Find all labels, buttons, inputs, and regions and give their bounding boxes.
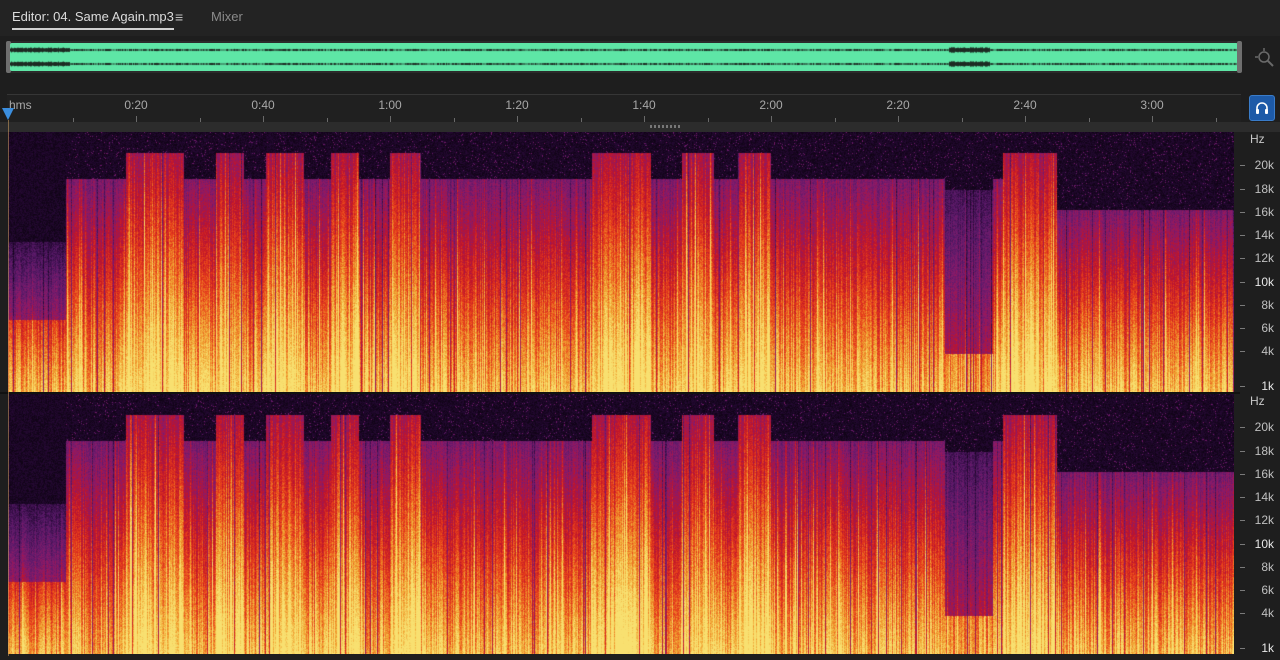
frequency-tick bbox=[1240, 188, 1245, 190]
frequency-axis-left: Hz 20k 18k 16k 14k 12k 10k 8k 6k 4k 1k bbox=[1240, 132, 1280, 394]
frequency-tick bbox=[1240, 450, 1245, 452]
time-label: 2:40 bbox=[1013, 98, 1037, 112]
overview-waveform[interactable] bbox=[6, 41, 1242, 73]
frequency-tick bbox=[1240, 648, 1245, 650]
time-label: 2:20 bbox=[886, 98, 910, 112]
tab-mixer[interactable]: Mixer bbox=[211, 9, 243, 24]
overview-waveform-canvas bbox=[10, 43, 1238, 71]
frequency-tick bbox=[1240, 543, 1245, 545]
frequency-axis-right: Hz 20k 18k 16k 14k 12k 10k 8k 6k 4k 1k bbox=[1240, 394, 1280, 656]
frequency-label: 14k bbox=[1254, 228, 1274, 243]
spectrogram-right-canvas bbox=[8, 394, 1234, 654]
frequency-tick bbox=[1240, 211, 1245, 213]
frequency-label: 10k bbox=[1254, 536, 1274, 551]
frequency-label: 12k bbox=[1254, 251, 1274, 266]
panel-tab-bar: Editor: 04. Same Again.mp3 ≡ Mixer bbox=[0, 0, 1280, 36]
zoom-navigator-icon[interactable] bbox=[1254, 47, 1276, 69]
frequency-unit-label: Hz bbox=[1250, 132, 1265, 146]
time-label: 1:20 bbox=[505, 98, 529, 112]
frequency-tick bbox=[1240, 304, 1245, 306]
frequency-label: 18k bbox=[1254, 181, 1274, 196]
time-label: 1:40 bbox=[632, 98, 656, 112]
frequency-label: 12k bbox=[1254, 513, 1274, 528]
headphones-icon bbox=[1256, 102, 1268, 114]
panel-menu-icon[interactable]: ≡ bbox=[175, 9, 183, 25]
time-label: 0:40 bbox=[251, 98, 275, 112]
frequency-tick bbox=[1240, 258, 1245, 260]
frequency-label: 6k bbox=[1261, 321, 1274, 336]
frequency-label: 16k bbox=[1254, 466, 1274, 481]
spectrogram-channel-left[interactable] bbox=[8, 132, 1234, 392]
frequency-label: 14k bbox=[1254, 490, 1274, 505]
time-ruler[interactable]: hms 0:20 0:40 1:00 1:20 1:40 2:00 2:20 2:40 3:00 bbox=[7, 94, 1241, 123]
monitor-button[interactable] bbox=[1249, 95, 1275, 121]
frequency-tick bbox=[1240, 386, 1245, 388]
time-label: 1:00 bbox=[378, 98, 402, 112]
frequency-tick bbox=[1240, 427, 1245, 429]
time-label: 0:20 bbox=[124, 98, 148, 112]
frequency-tick bbox=[1240, 281, 1245, 283]
frequency-label: 4k bbox=[1261, 344, 1274, 359]
frequency-tick bbox=[1240, 351, 1245, 353]
frequency-tick bbox=[1240, 566, 1245, 568]
frequency-label: 10k bbox=[1254, 274, 1274, 289]
overview-right-handle[interactable] bbox=[1237, 41, 1242, 73]
frequency-tick bbox=[1240, 328, 1245, 330]
panel-splitter[interactable] bbox=[0, 122, 1280, 132]
spectrogram-channel-right[interactable] bbox=[8, 394, 1234, 654]
frequency-tick bbox=[1240, 235, 1245, 237]
tab-editor[interactable]: Editor: 04. Same Again.mp3 bbox=[12, 9, 174, 30]
overview-waveform-body bbox=[10, 43, 1238, 71]
frequency-label: 8k bbox=[1261, 559, 1274, 574]
frequency-label: 8k bbox=[1261, 297, 1274, 312]
playhead-marker[interactable] bbox=[2, 108, 14, 120]
splitter-grip-icon[interactable] bbox=[650, 125, 680, 128]
frequency-label: 20k bbox=[1254, 420, 1274, 435]
time-label: 2:00 bbox=[759, 98, 783, 112]
spectrogram-left-canvas bbox=[8, 132, 1234, 392]
frequency-label: 1k bbox=[1261, 641, 1274, 656]
frequency-tick bbox=[1240, 520, 1245, 522]
frequency-label: 18k bbox=[1254, 443, 1274, 458]
frequency-tick bbox=[1240, 613, 1245, 615]
frequency-tick bbox=[1240, 497, 1245, 499]
frequency-tick bbox=[1240, 473, 1245, 475]
frequency-label: 1k bbox=[1261, 379, 1274, 394]
frequency-label: 6k bbox=[1261, 583, 1274, 598]
frequency-label: 20k bbox=[1254, 158, 1274, 173]
playhead-line bbox=[8, 120, 9, 656]
frequency-unit-label: Hz bbox=[1250, 394, 1265, 408]
frequency-label: 16k bbox=[1254, 204, 1274, 219]
tab-editor-label: Editor: 04. Same Again.mp3 bbox=[12, 9, 174, 30]
frequency-label: 4k bbox=[1261, 606, 1274, 621]
time-label: 3:00 bbox=[1140, 98, 1164, 112]
frequency-tick bbox=[1240, 590, 1245, 592]
frequency-tick bbox=[1240, 165, 1245, 167]
